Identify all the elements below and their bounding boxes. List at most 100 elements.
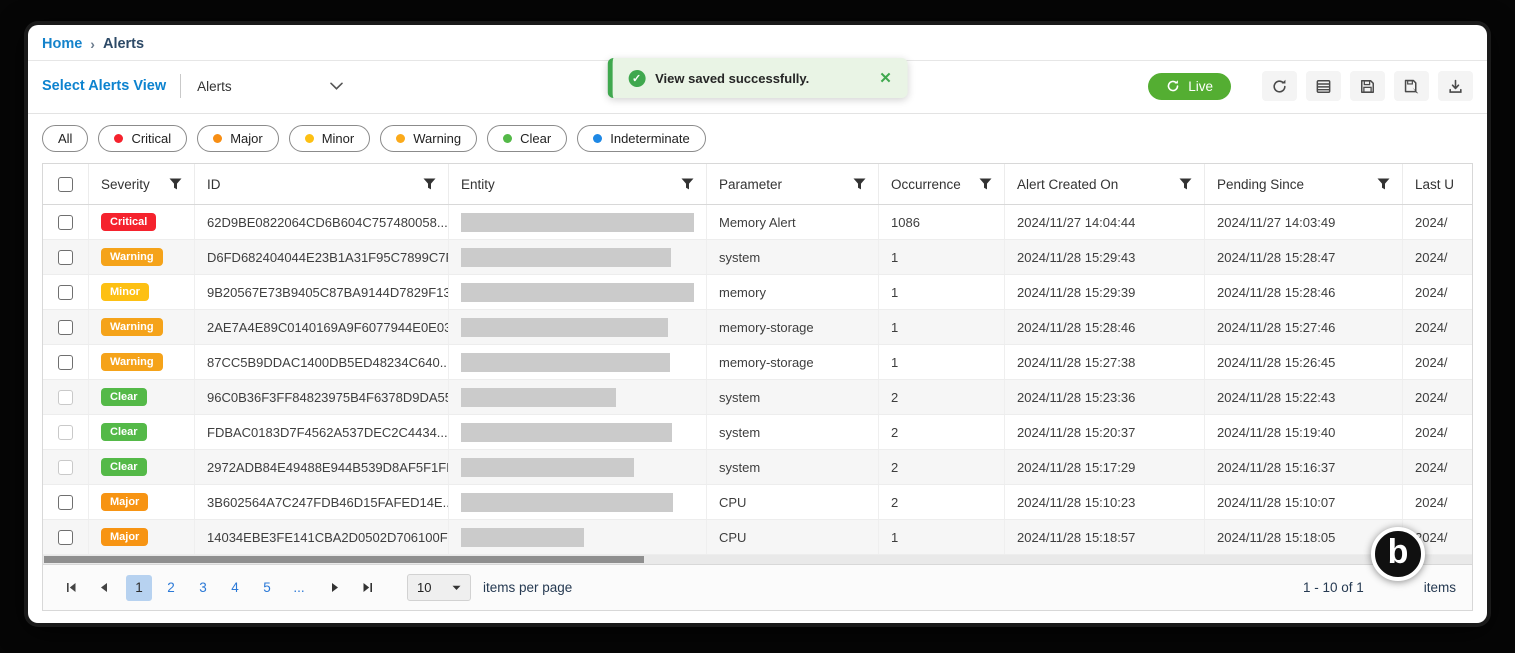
filter-icon[interactable] — [1377, 178, 1390, 190]
save-view-button[interactable] — [1350, 71, 1385, 101]
table-row[interactable]: Critical 62D9BE0822064CD6B604C757480058.… — [43, 205, 1472, 240]
last-updated: 2024/ — [1403, 415, 1472, 449]
alert-id: 62D9BE0822064CD6B604C757480058... — [195, 205, 449, 239]
occurrence: 1 — [879, 310, 1005, 344]
table-row[interactable]: Clear 2972ADB84E49488E944B539D8AF5F1FF s… — [43, 450, 1472, 485]
table-row[interactable]: Major 14034EBE3FE141CBA2D0502D706100F7 C… — [43, 520, 1472, 555]
first-page-button[interactable] — [58, 575, 84, 601]
severity-filter-chip[interactable]: All — [42, 125, 89, 152]
next-page-button[interactable] — [322, 575, 348, 601]
row-checkbox[interactable] — [58, 284, 73, 300]
filter-icon[interactable] — [681, 178, 694, 190]
overlay-b-logo[interactable]: b — [1371, 527, 1425, 581]
pending-since: 2024/11/28 15:19:40 — [1205, 415, 1403, 449]
pending-since: 2024/11/28 15:26:45 — [1205, 345, 1403, 379]
occurrence: 2 — [879, 415, 1005, 449]
row-checkbox[interactable] — [58, 319, 73, 335]
severity-filter-chip[interactable]: Major — [197, 125, 279, 152]
export-button[interactable] — [1438, 71, 1473, 101]
page-number[interactable]: 3 — [190, 575, 216, 601]
filter-icon[interactable] — [853, 178, 866, 190]
severity-cell: Minor — [89, 275, 195, 309]
horizontal-scrollbar-thumb[interactable] — [44, 556, 645, 563]
page-number[interactable]: 5 — [254, 575, 280, 601]
select-all-checkbox[interactable] — [58, 176, 73, 192]
last-updated: 2024/ — [1403, 450, 1472, 484]
alerts-view-selected: Alerts — [197, 78, 232, 94]
live-label: Live — [1188, 78, 1213, 94]
alert-created-on: 2024/11/28 15:18:57 — [1005, 520, 1205, 554]
refresh-button[interactable] — [1262, 71, 1297, 101]
page-ellipsis[interactable]: ... — [286, 575, 312, 601]
last-updated: 2024/ — [1403, 345, 1472, 379]
severity-filter-chip[interactable]: Warning — [380, 125, 478, 152]
table-row[interactable]: Clear FDBAC0183D7F4562A537DEC2C4434... s… — [43, 415, 1472, 450]
column-label: Severity — [101, 176, 150, 192]
alerts-grid: Severity ID Entity Parameter Occurrence — [42, 163, 1473, 611]
severity-badge: Warning — [101, 248, 163, 266]
entity-redacted-block — [461, 527, 584, 547]
table-icon — [1316, 79, 1331, 93]
severity-filter-chip[interactable]: Clear — [487, 125, 568, 152]
row-checkbox[interactable] — [58, 494, 73, 510]
toolbar: Live — [1148, 71, 1473, 101]
parameter: CPU — [707, 485, 879, 519]
severity-badge: Clear — [101, 458, 147, 476]
filter-icon[interactable] — [1179, 178, 1192, 190]
severity-dot-icon — [593, 134, 603, 143]
entity-cell — [449, 520, 707, 554]
entity-cell — [449, 450, 707, 484]
entity-redacted-block — [461, 387, 616, 407]
severity-filter-chip[interactable]: Minor — [288, 125, 371, 152]
severity-filter-chip[interactable]: Critical — [98, 125, 188, 152]
entity-redacted-block — [461, 247, 671, 267]
columns-button[interactable] — [1306, 71, 1341, 101]
alert-id: 9B20567E73B9405C87BA9144D7829F13 — [195, 275, 449, 309]
row-checkbox[interactable] — [58, 529, 73, 545]
table-row[interactable]: Warning 87CC5B9DDAC1400DB5ED48234C640...… — [43, 345, 1472, 380]
table-row[interactable]: Warning 2AE7A4E89C0140169A9F6077944E0E03… — [43, 310, 1472, 345]
alert-id: 3B602564A7C247FDB46D15FAFED14E... — [195, 485, 449, 519]
page-number[interactable]: 1 — [126, 574, 152, 601]
severity-cell: Major — [89, 485, 195, 519]
entity-redacted-block — [461, 282, 694, 302]
table-row[interactable]: Minor 9B20567E73B9405C87BA9144D7829F13 m… — [43, 275, 1472, 310]
horizontal-scrollbar-track[interactable] — [43, 555, 1472, 564]
table-row[interactable]: Warning D6FD682404044E23B1A31F95C7899C7F… — [43, 240, 1472, 275]
row-checkbox[interactable] — [58, 354, 73, 370]
severity-badge: Warning — [101, 353, 163, 371]
table-row[interactable]: Clear 96C0B36F3FF84823975B4F6378D9DA55 s… — [43, 380, 1472, 415]
chip-label: All — [58, 131, 73, 146]
prev-page-button[interactable] — [90, 575, 116, 601]
filter-icon[interactable] — [423, 178, 436, 190]
toast-close-button[interactable]: ✕ — [879, 69, 892, 87]
row-checkbox — [58, 424, 73, 440]
table-row[interactable]: Major 3B602564A7C247FDB46D15FAFED14E... … — [43, 485, 1472, 520]
page-number[interactable]: 4 — [222, 575, 248, 601]
row-checkbox[interactable] — [58, 249, 73, 265]
severity-cell: Major — [89, 520, 195, 554]
severity-filter-chip[interactable]: Indeterminate — [577, 125, 706, 152]
filter-icon[interactable] — [979, 178, 992, 190]
save-view-as-button[interactable] — [1394, 71, 1429, 101]
page-size-dropdown[interactable]: 10 — [407, 574, 471, 601]
breadcrumb-home-link[interactable]: Home — [42, 36, 82, 52]
column-header-pending-since: Pending Since — [1205, 164, 1403, 204]
live-button[interactable]: Live — [1148, 72, 1231, 100]
toast-message: View saved successfully. — [655, 70, 810, 86]
severity-cell: Warning — [89, 240, 195, 274]
occurrence: 1 — [879, 345, 1005, 379]
page-number[interactable]: 2 — [158, 575, 184, 601]
severity-cell: Clear — [89, 380, 195, 414]
alert-created-on: 2024/11/28 15:28:46 — [1005, 310, 1205, 344]
severity-cell: Warning — [89, 345, 195, 379]
column-header-last-updated: Last U — [1403, 164, 1472, 204]
last-page-button[interactable] — [354, 575, 380, 601]
alert-created-on: 2024/11/28 15:27:38 — [1005, 345, 1205, 379]
filter-icon[interactable] — [169, 178, 182, 190]
row-checkbox[interactable] — [58, 214, 73, 230]
alerts-view-dropdown[interactable]: Alerts — [195, 76, 345, 97]
row-checkbox-cell — [43, 380, 89, 414]
alert-created-on: 2024/11/27 14:04:44 — [1005, 205, 1205, 239]
next-page-icon — [331, 583, 338, 592]
